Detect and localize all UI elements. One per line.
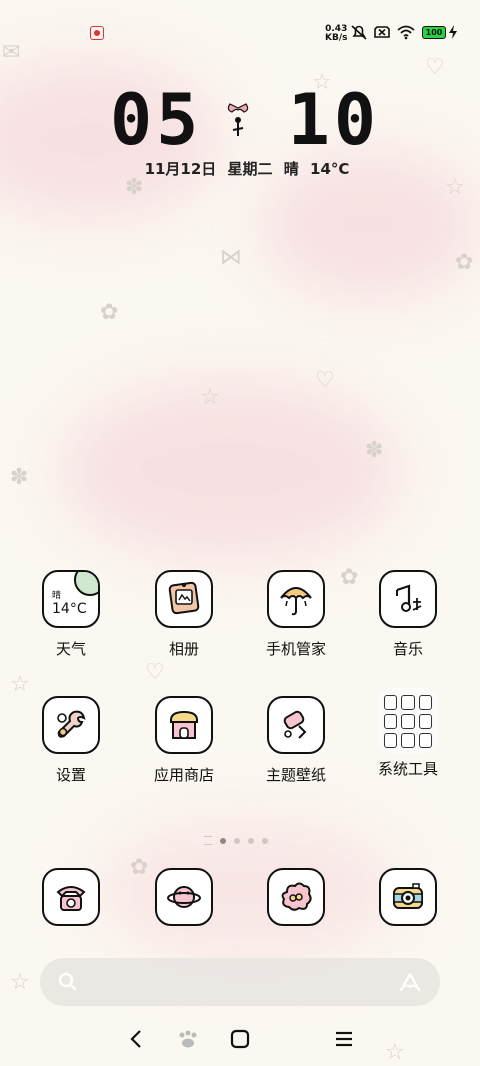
- planet-icon: [155, 868, 213, 926]
- wifi-icon: [397, 25, 415, 40]
- dock-messages[interactable]: [134, 868, 234, 926]
- app-settings[interactable]: 设置: [21, 696, 121, 785]
- mini-app-icon: [384, 733, 398, 748]
- app-music[interactable]: 音乐: [358, 570, 458, 659]
- app-label-tools: 系统工具: [377, 760, 438, 778]
- kitty-bow-separator-icon: [227, 103, 249, 136]
- app-label-store: 应用商店: [153, 766, 214, 784]
- date-temperature: 14°C: [310, 160, 350, 178]
- star-doodle-icon: ☆: [200, 385, 220, 410]
- camera-icon: [379, 868, 437, 926]
- paw-doodle-icon: ✽: [365, 438, 384, 463]
- star-doodle-icon: ☆: [10, 970, 30, 995]
- store-house-icon: [155, 696, 213, 754]
- chat-heart-doodle-icon: ♡: [315, 368, 335, 393]
- mini-app-icon: [384, 695, 398, 710]
- bow-doodle-icon: ⋈: [220, 245, 242, 270]
- mini-app-icon: [418, 714, 432, 729]
- gallery-icon: [155, 570, 213, 628]
- battery-indicator: 100: [422, 26, 446, 39]
- back-icon[interactable]: [127, 1028, 145, 1050]
- page-dot: [234, 837, 240, 844]
- clock-minutes: 10: [287, 79, 380, 161]
- paw-icon: [179, 1030, 197, 1048]
- dock-camera[interactable]: [358, 868, 458, 926]
- star-doodle-icon: ☆: [10, 672, 30, 697]
- app-label-settings: 设置: [55, 766, 86, 784]
- settings-wrench-icon: [42, 696, 100, 754]
- mini-app-icon: [418, 733, 432, 748]
- search-icon: [58, 972, 77, 991]
- clock-hours: 05: [110, 79, 203, 161]
- chat-heart-doodle-icon: ♡: [145, 660, 165, 685]
- app-security[interactable]: 手机管家: [246, 570, 346, 659]
- mini-app-icon: [401, 714, 415, 729]
- home-icon[interactable]: [229, 1028, 251, 1050]
- mini-app-icon: [401, 733, 415, 748]
- network-speed: 0.43 KB/s: [325, 25, 347, 43]
- mini-app-icon: [384, 714, 398, 729]
- app-label-gallery: 相册: [168, 640, 199, 658]
- date-day: 11月12日: [144, 160, 217, 178]
- assistant-icon[interactable]: [398, 971, 422, 993]
- folder-system-tools[interactable]: 系统工具: [358, 688, 458, 779]
- app-label-music: 音乐: [392, 640, 423, 658]
- weather-widget-temp: 14°C: [52, 601, 87, 617]
- flower-doodle-icon: ✿: [455, 250, 474, 275]
- weather-icon: 晴 14°C: [42, 570, 100, 628]
- mute-bell-icon: [351, 25, 367, 40]
- dock-phone[interactable]: [21, 868, 121, 926]
- app-store[interactable]: 应用商店: [134, 696, 234, 785]
- mini-app-icon: [418, 695, 432, 710]
- recents-menu-icon[interactable]: [333, 1028, 355, 1050]
- page-dot: [262, 837, 268, 844]
- date-weather-line: 11月12日 星期二 晴 14°C: [0, 158, 480, 179]
- folder-preview: [377, 688, 439, 754]
- navigation-bar: [0, 1018, 480, 1062]
- app-label-security: 手机管家: [265, 640, 326, 658]
- page-indicator-menu-icon: [204, 836, 212, 845]
- date-weekday: 星期二: [227, 160, 273, 178]
- paint-roller-icon: [267, 696, 325, 754]
- app-weather[interactable]: 晴 14°C 天气: [21, 570, 121, 659]
- app-themes[interactable]: 主题壁纸: [246, 696, 346, 785]
- charging-bolt-icon: [449, 25, 457, 39]
- page-dot: [248, 837, 254, 844]
- mini-app-icon: [401, 695, 415, 710]
- flower-doodle-icon: ✿: [100, 300, 119, 325]
- umbrella-icon: [267, 570, 325, 628]
- app-label-weather: 天气: [55, 640, 86, 658]
- weather-widget-condition: 晴: [52, 591, 62, 601]
- dock-browser[interactable]: [246, 868, 346, 926]
- paw-doodle-icon: ✽: [10, 465, 29, 490]
- page-dot-active: [220, 837, 226, 844]
- status-bar: 0.43 KB/s 100: [0, 0, 480, 62]
- phone-icon: [42, 868, 100, 926]
- search-bar[interactable]: [40, 958, 440, 1006]
- page-indicator[interactable]: [204, 836, 268, 845]
- notification-app-icon: [90, 26, 104, 40]
- app-label-themes: 主题壁纸: [265, 766, 326, 784]
- app-gallery[interactable]: 相册: [134, 570, 234, 659]
- no-sim-icon: [374, 26, 390, 38]
- flower-cloud-icon: [267, 868, 325, 926]
- music-icon: [379, 570, 437, 628]
- date-weather: 晴: [283, 160, 299, 178]
- network-speed-unit: KB/s: [325, 33, 348, 43]
